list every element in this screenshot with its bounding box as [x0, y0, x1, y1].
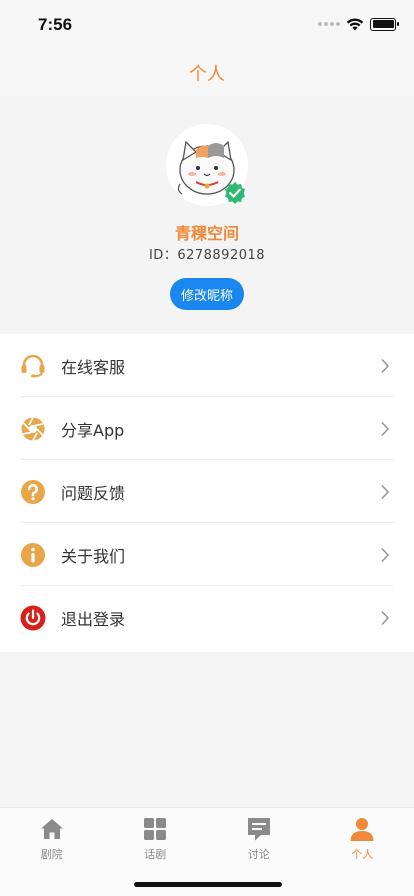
tab-label: 话剧: [144, 848, 167, 861]
chat-icon: [247, 818, 270, 841]
verified-badge-icon: [225, 182, 245, 204]
tab-label: 讨论: [247, 848, 270, 861]
menu-item-label: 分享App: [61, 420, 125, 440]
menu-item-feedback[interactable]: 问题反馈: [0, 460, 414, 523]
wifi-icon: [346, 18, 364, 31]
tab-drama[interactable]: 话剧: [104, 808, 208, 866]
tab-label: 个人: [351, 848, 374, 861]
nickname: 青稞空间: [174, 224, 239, 243]
status-time: 7:56: [38, 15, 73, 34]
menu-item-label: 退出登录: [61, 609, 126, 629]
chevron-right-icon: [381, 421, 390, 436]
menu-item-label: 问题反馈: [61, 483, 126, 503]
cellular-signal-icon: [318, 22, 340, 26]
status-icons: [318, 17, 399, 31]
menu-item-label: 在线客服: [61, 357, 126, 377]
page-title: 个人: [189, 64, 225, 85]
nav-bar: 个人: [0, 50, 414, 96]
home-icon: [40, 819, 63, 839]
chevron-right-icon: [381, 358, 390, 373]
edit-nickname-button[interactable]: 修改昵称: [170, 278, 244, 310]
home-indicator[interactable]: [134, 882, 282, 887]
info-icon: [21, 542, 45, 567]
tab-personal[interactable]: 个人: [311, 808, 414, 866]
menu-item-share-app[interactable]: 分享App: [0, 397, 414, 460]
question-icon: [21, 479, 45, 504]
user-id: ID：6278892018: [148, 248, 266, 263]
status-bar: 7:56: [0, 0, 414, 50]
chevron-right-icon: [381, 547, 390, 562]
power-icon: [20, 605, 46, 630]
person-icon: [350, 818, 374, 841]
tab-theater[interactable]: 剧院: [0, 808, 104, 866]
grid-icon: [144, 818, 167, 840]
battery-icon: [370, 17, 399, 31]
chevron-right-icon: [381, 610, 390, 625]
profile-header: 青稞空间 ID：6278892018 修改昵称: [0, 96, 414, 334]
menu-item-label: 关于我们: [61, 546, 126, 566]
menu-item-about-us[interactable]: 关于我们: [0, 523, 414, 586]
headset-icon: [21, 354, 45, 377]
tab-discussion[interactable]: 讨论: [207, 808, 311, 866]
share-aperture-icon: [21, 416, 45, 441]
menu-item-logout[interactable]: 退出登录: [0, 586, 414, 649]
chevron-right-icon: [381, 484, 390, 499]
settings-menu: 在线客服 分享App 问题反馈 关于我们 退出登录: [0, 334, 414, 652]
tab-label: 剧院: [40, 848, 63, 861]
menu-item-customer-service[interactable]: 在线客服: [0, 334, 414, 397]
